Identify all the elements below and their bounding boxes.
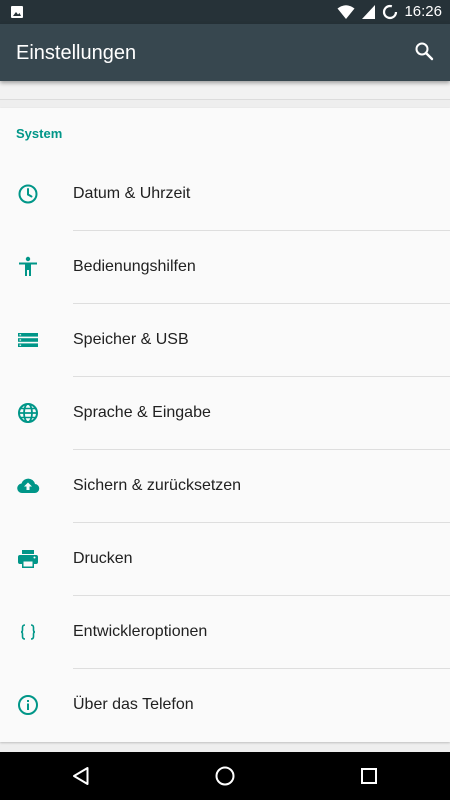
page-title: Einstellungen (16, 42, 137, 64)
settings-item-label: Über das Telefon (73, 696, 194, 713)
settings-item-storage-usb[interactable]: Speicher & USB (0, 304, 450, 377)
recent-apps-icon[interactable] (357, 764, 381, 788)
settings-item-backup-reset[interactable]: Sichern & zurücksetzen (0, 450, 450, 523)
globe-icon (18, 403, 38, 423)
previous-card-edge (0, 81, 450, 100)
wifi-icon (337, 5, 355, 19)
storage-icon (18, 333, 38, 347)
settings-content: System Datum & Uhrzeit Bedienungshilfen (0, 81, 450, 752)
settings-item-label: Sichern & zurücksetzen (73, 477, 242, 494)
section-title-system: System (16, 126, 63, 141)
cloud-upload-icon (17, 478, 40, 494)
settings-item-date-time[interactable]: Datum & Uhrzeit (0, 158, 450, 231)
clock-icon (18, 184, 38, 204)
status-bar: 16:26 (0, 0, 450, 24)
settings-item-label: Bedienungshilfen (73, 258, 196, 275)
home-icon[interactable] (213, 764, 237, 788)
settings-item-developer-options[interactable]: Entwickleroptionen (0, 596, 450, 669)
navigation-bar (0, 752, 450, 800)
settings-item-about-phone[interactable]: Über das Telefon (0, 669, 450, 742)
settings-item-label: Drucken (73, 550, 133, 567)
printer-icon (18, 550, 38, 568)
clock-time: 16:26 (404, 3, 442, 20)
info-icon (18, 695, 38, 715)
back-icon[interactable] (69, 764, 93, 788)
code-braces-icon (20, 624, 36, 640)
search-icon[interactable] (412, 39, 436, 63)
settings-item-accessibility[interactable]: Bedienungshilfen (0, 231, 450, 304)
cellular-signal-icon (362, 5, 376, 19)
settings-item-label: Entwickleroptionen (73, 623, 208, 640)
settings-item-label: Datum & Uhrzeit (73, 185, 191, 202)
settings-item-printing[interactable]: Drucken (0, 523, 450, 596)
system-settings-card: System Datum & Uhrzeit Bedienungshilfen (0, 108, 450, 742)
settings-item-label: Sprache & Eingabe (73, 404, 211, 421)
settings-item-language-input[interactable]: Sprache & Eingabe (0, 377, 450, 450)
app-bar: Einstellungen (0, 24, 450, 81)
accessibility-icon (19, 256, 37, 276)
settings-item-label: Speicher & USB (73, 331, 189, 348)
sync-icon (383, 4, 398, 20)
image-notification-icon (11, 6, 23, 18)
